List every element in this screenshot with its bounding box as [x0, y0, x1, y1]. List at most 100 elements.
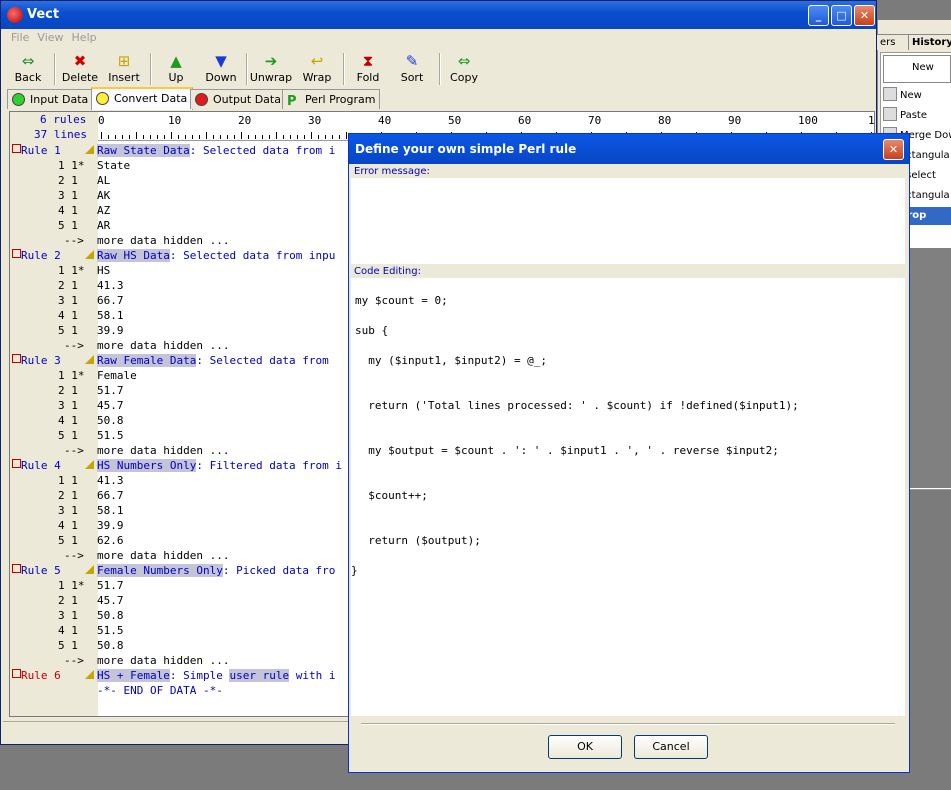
insert-button[interactable]: ⊞ Insert [102, 51, 146, 87]
row-value: HS [97, 264, 111, 277]
history-item-label: New [900, 90, 922, 101]
history-item[interactable]: New [881, 87, 951, 105]
tab-output-data[interactable]: Output Data [190, 89, 285, 109]
unwrap-button[interactable]: ➔ Unwrap [249, 51, 293, 87]
ruler-tick [311, 132, 312, 139]
back-button[interactable]: ⇔ Back [6, 51, 50, 87]
rule-header[interactable]: Rule 4 [12, 458, 61, 473]
more-data-hidden[interactable]: more data hidden ... [97, 338, 229, 353]
more-data-hidden[interactable]: more data hidden ... [97, 548, 229, 563]
tab-partial[interactable]: ers [876, 34, 910, 50]
row-number: 1 1* [58, 159, 85, 172]
history-item[interactable]: Paste [881, 107, 951, 125]
tab-label: Output Data [213, 93, 281, 106]
ruler-tick [241, 132, 242, 139]
line-gutter [10, 112, 98, 716]
expand-triangle-icon[interactable] [85, 670, 94, 679]
ruler-tick [185, 135, 186, 139]
tab-history[interactable]: History [908, 34, 951, 50]
delete-rule-icon[interactable] [12, 459, 21, 468]
rule-label: Rule 4 [21, 459, 61, 472]
tab-perl-program[interactable]: P Perl Program [282, 89, 380, 109]
wrap-button[interactable]: ↩ Wrap [295, 51, 339, 87]
code-line: } [351, 564, 358, 577]
delete-rule-icon[interactable] [12, 564, 21, 573]
rule-header[interactable]: Rule 2 [12, 248, 61, 263]
tab-convert-data[interactable]: Convert Data [91, 87, 193, 110]
maximize-button[interactable]: □ [831, 5, 852, 26]
copy-label: Copy [450, 71, 478, 84]
minimize-button[interactable]: _ [808, 5, 829, 26]
copy-button[interactable]: ⇔ Copy [442, 51, 486, 87]
insert-icon: ⊞ [117, 52, 131, 70]
rule-desc: : Selected data from inpu [169, 249, 336, 262]
tab-label: Perl Program [305, 93, 376, 106]
more-data-hidden[interactable]: more data hidden ... [97, 233, 229, 248]
insert-label: Insert [108, 71, 140, 84]
menu-file[interactable]: File [11, 31, 29, 44]
ruler-tick [136, 132, 137, 139]
up-arrow-icon: ▲ [170, 52, 182, 70]
sort-button[interactable]: ✎ Sort [390, 51, 434, 87]
close-button[interactable]: ✕ [854, 5, 875, 26]
row-number: 5 1 [58, 534, 78, 547]
lines-count: 37 lines [34, 128, 87, 141]
expand-triangle-icon[interactable] [85, 250, 94, 259]
menu-help[interactable]: Help [72, 31, 97, 44]
unwrap-icon: ➔ [264, 52, 278, 70]
toolbar: ⇔ Back ✖ Delete ⊞ Insert ▲ Up ▼ Down ➔ Unwrap … [3, 51, 874, 87]
new-box-label: New [912, 62, 934, 73]
menu-view[interactable]: View [37, 31, 63, 44]
ok-button[interactable]: OK [548, 735, 622, 759]
fold-button[interactable]: ⧗ Fold [346, 51, 390, 87]
delete-label: Delete [61, 71, 99, 84]
title-bar[interactable]: Vect _ □ ✕ [1, 1, 876, 29]
ruler-tick [213, 135, 214, 139]
delete-rule-icon[interactable] [12, 354, 21, 363]
rule-desc-highlight: user rule [229, 669, 290, 682]
document-icon [883, 107, 897, 121]
tab-input-data[interactable]: Input Data [7, 89, 95, 109]
code-line: return ($output); [355, 534, 481, 547]
delete-rule-icon[interactable] [12, 144, 21, 153]
new-box[interactable]: New [883, 55, 951, 83]
row-value: 50.8 [97, 639, 124, 652]
ruler-tick [262, 135, 263, 139]
up-button[interactable]: ▲ Up [154, 51, 198, 87]
ruler-number: 0 [98, 114, 105, 127]
dialog-close-button[interactable]: ✕ [883, 139, 904, 160]
delete-button[interactable]: ✖ Delete [58, 51, 102, 87]
row-number: 1 1* [58, 264, 85, 277]
wrap-icon: ↩ [310, 52, 324, 70]
row-value: 51.5 [97, 624, 124, 637]
row-number: 4 1 [58, 519, 78, 532]
more-data-hidden[interactable]: more data hidden ... [97, 443, 229, 458]
expand-triangle-icon[interactable] [85, 460, 94, 469]
row-value: 39.9 [97, 324, 124, 337]
ruler-number: 90 [728, 114, 742, 127]
expand-triangle-icon[interactable] [85, 145, 94, 154]
more-data-hidden[interactable]: more data hidden ... [97, 653, 229, 668]
rule-header[interactable]: Rule 1 [12, 143, 61, 158]
ruler-tick [332, 135, 333, 139]
rule-label: Rule 3 [21, 354, 61, 367]
delete-rule-icon[interactable] [12, 669, 21, 678]
more-arrow: --> [64, 234, 84, 247]
ruler-tick [318, 135, 319, 139]
ruler-tick [304, 135, 305, 139]
rule-header[interactable]: Rule 3 [12, 353, 61, 368]
row-value: AR [97, 219, 111, 232]
cancel-button[interactable]: Cancel [634, 735, 708, 759]
expand-triangle-icon[interactable] [85, 565, 94, 574]
rule-desc: : Filtered data from i [196, 459, 343, 472]
row-number: 2 1 [58, 384, 78, 397]
expand-triangle-icon[interactable] [85, 355, 94, 364]
down-button[interactable]: ▼ Down [199, 51, 243, 87]
window-title: Vect [27, 7, 60, 22]
dialog-title-bar[interactable]: Define your own simple Perl rule ✕ [349, 134, 909, 164]
rule-header[interactable]: Rule 5 [12, 563, 61, 578]
row-value: 62.6 [97, 534, 124, 547]
code-editor[interactable]: my $count = 0; sub { my ($input1, $input… [351, 278, 905, 716]
rule-header[interactable]: Rule 6 [12, 668, 61, 683]
delete-rule-icon[interactable] [12, 249, 21, 258]
